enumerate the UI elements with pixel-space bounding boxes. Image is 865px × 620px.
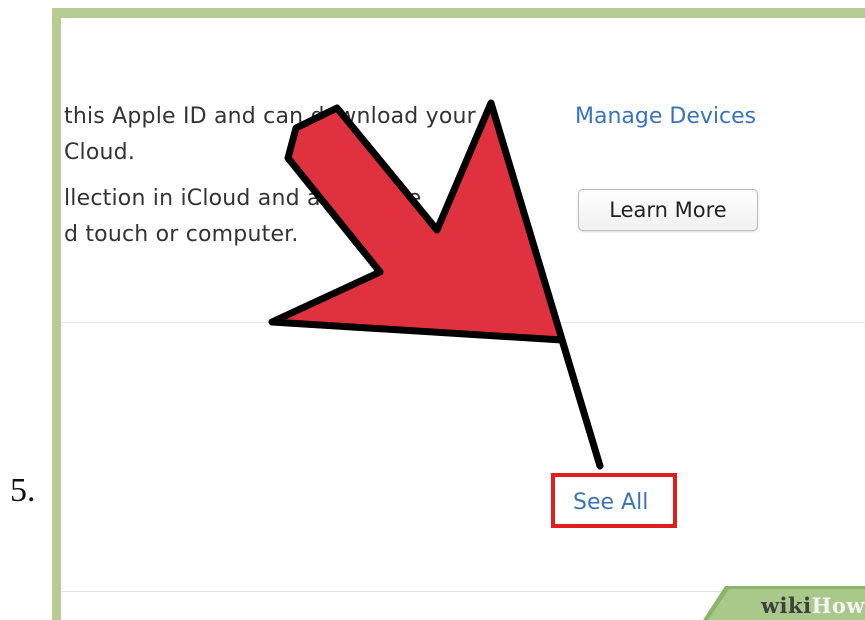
- see-all-link[interactable]: See All: [573, 490, 648, 515]
- description-line-4: d touch or computer.: [64, 222, 299, 247]
- watermark-text: wikiHow: [761, 593, 865, 618]
- watermark-how: How: [811, 593, 865, 618]
- watermark-wiki: wiki: [760, 593, 812, 618]
- icloud-settings-panel: this Apple ID and can download your Clou…: [61, 18, 865, 620]
- section-divider: [61, 322, 865, 323]
- description-line-1: this Apple ID and can download your: [64, 104, 476, 129]
- description-line-3: llection in iCloud and also share: [64, 186, 422, 211]
- manage-devices-link[interactable]: Manage Devices: [575, 104, 756, 129]
- description-line-2: Cloud.: [64, 140, 136, 165]
- learn-more-button[interactable]: Learn More: [578, 189, 758, 231]
- step-number: 5.: [10, 472, 36, 509]
- section-divider-bottom: [61, 591, 865, 592]
